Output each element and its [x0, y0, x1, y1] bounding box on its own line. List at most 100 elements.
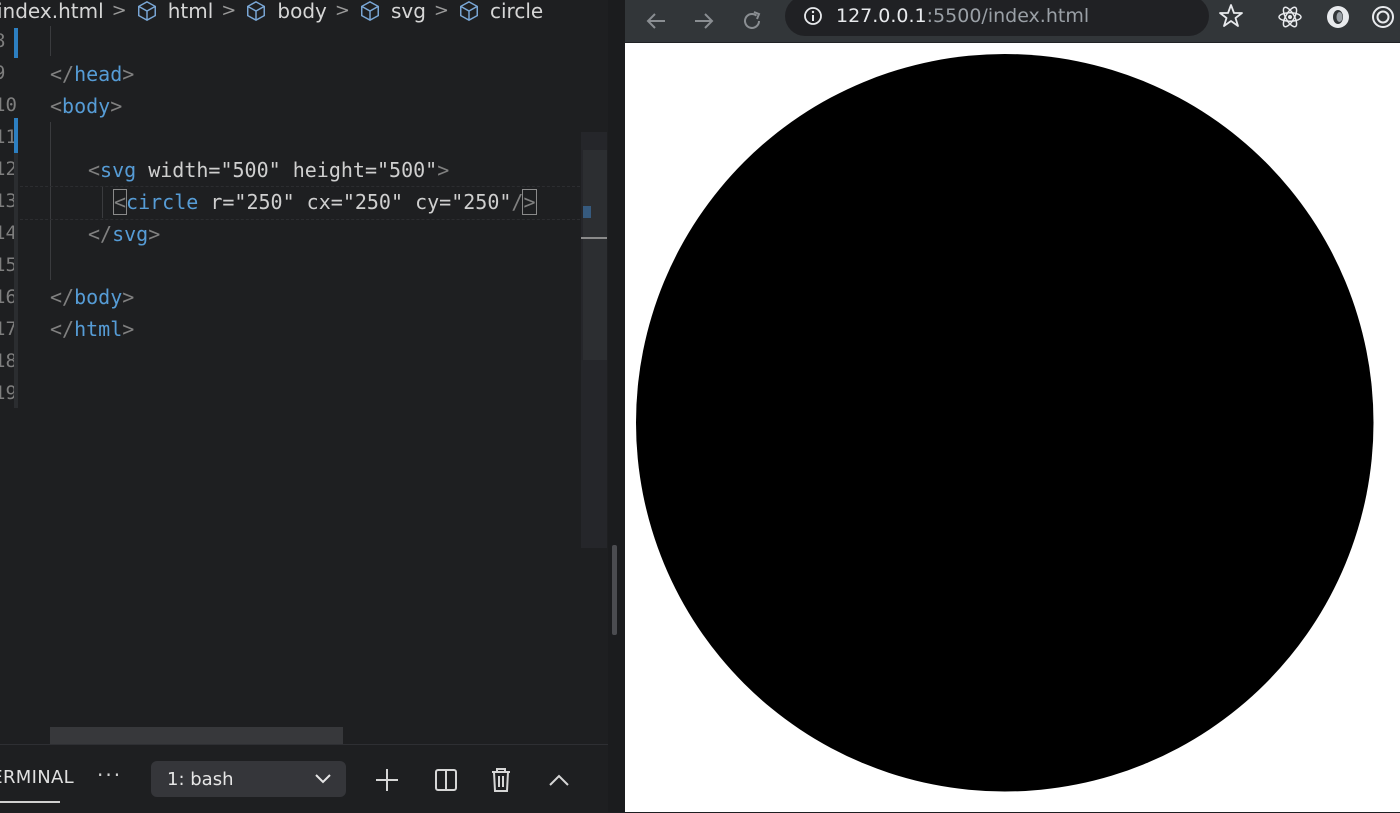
modified-line-marker	[14, 28, 18, 58]
minimap-modified-marker	[583, 206, 591, 218]
code-string: "250"	[342, 190, 404, 214]
code-attribute: height=	[280, 158, 378, 182]
cube-icon	[137, 0, 156, 22]
breadcrumb-label: index.html	[0, 0, 104, 23]
code-tag: circle	[126, 190, 199, 214]
browser-window: 127.0.0.1:5500/index.html	[625, 0, 1400, 812]
more-actions-icon[interactable]: ···	[97, 763, 122, 787]
code-punctuation: >	[122, 62, 135, 86]
new-terminal-button[interactable]	[372, 765, 402, 795]
breadcrumb: index.html > html > body > svg > circle	[0, 0, 608, 22]
code-line[interactable]: <svg width="500" height="500">	[88, 154, 449, 186]
code-line[interactable]: </html>	[50, 313, 134, 345]
tab-terminal[interactable]: TERMINAL	[0, 767, 74, 788]
breadcrumb-label: svg	[390, 0, 426, 23]
active-tab-indicator	[0, 801, 60, 803]
react-devtools-button[interactable]	[1276, 3, 1304, 31]
browser-toolbar: 127.0.0.1:5500/index.html	[625, 0, 1400, 43]
cube-icon	[247, 0, 266, 22]
breadcrumb-item-file[interactable]: index.html	[0, 0, 104, 22]
url-path: :5500/index.html	[926, 5, 1090, 27]
reload-icon	[744, 11, 761, 29]
code-punctuation: >	[110, 94, 123, 118]
rendered-circle	[636, 54, 1374, 792]
code-punctuation: </	[50, 62, 75, 86]
code-line[interactable]: </body>	[50, 281, 134, 313]
code-punctuation: </	[50, 317, 75, 341]
code-tag: head	[74, 62, 123, 86]
forward-arrow-icon	[695, 13, 714, 29]
code-punctuation: >	[148, 222, 161, 246]
breadcrumb-item-html[interactable]: html	[136, 0, 214, 23]
line-number: 9	[0, 62, 5, 84]
code-string: "250"	[234, 190, 295, 214]
code-string: "500"	[220, 158, 281, 182]
react-devtools-icon	[1278, 6, 1302, 28]
chevron-right-icon: >	[334, 0, 350, 21]
breadcrumb-item-svg[interactable]: svg	[359, 0, 426, 22]
extension-target-icon	[1372, 6, 1394, 28]
code-punctuation: </	[88, 222, 113, 246]
code-string: "250"	[451, 190, 512, 214]
bookmark-button[interactable]	[1218, 3, 1244, 33]
code-tag: html	[74, 317, 123, 341]
extension-ring-icon	[1327, 6, 1349, 28]
code-tag: svg	[112, 222, 149, 246]
code-line[interactable]: </head>	[50, 58, 134, 90]
modified-line-marker	[14, 118, 18, 153]
terminal-panel: TERMINAL ··· 1: bash	[0, 744, 608, 813]
code-attribute: r=	[198, 190, 235, 214]
page-viewport	[625, 43, 1400, 812]
indent-guide	[50, 26, 51, 56]
code-punctuation: >	[437, 158, 450, 182]
trash-icon	[492, 768, 510, 792]
breadcrumb-label: circle	[490, 0, 544, 23]
code-line-active[interactable]: <circle r="250" cx="250" cy="250"/>	[112, 186, 537, 218]
bracket-match-highlight: >	[522, 189, 537, 215]
chevron-up-icon	[549, 774, 569, 786]
line-number: 10	[0, 94, 17, 116]
code-punctuation: <	[88, 158, 101, 182]
breadcrumb-label: html	[167, 0, 214, 23]
back-button[interactable]	[639, 4, 673, 38]
star-icon	[1219, 4, 1243, 27]
bracket-match-highlight: <	[112, 189, 128, 215]
code-line[interactable]: <body>	[50, 90, 122, 122]
info-icon[interactable]	[803, 6, 823, 26]
vertical-scrollbar[interactable]	[612, 545, 617, 635]
split-icon	[435, 769, 457, 791]
horizontal-scrollbar[interactable]	[50, 727, 343, 745]
breadcrumb-item-body[interactable]: body	[245, 0, 327, 23]
address-bar[interactable]: 127.0.0.1:5500/index.html	[785, 0, 1209, 36]
code-attribute: width=	[136, 158, 221, 182]
line-number: 8	[0, 30, 5, 52]
kill-terminal-button[interactable]	[486, 765, 516, 795]
maximize-panel-button[interactable]	[544, 765, 574, 795]
extension-button-1[interactable]	[1324, 3, 1352, 31]
code-line[interactable]: </svg>	[88, 218, 160, 250]
cube-icon	[360, 0, 379, 22]
gutter-overview	[14, 118, 18, 408]
breadcrumb-item-circle[interactable]: circle	[458, 0, 543, 22]
rendered-svg	[636, 54, 1374, 792]
breadcrumb-label: body	[277, 0, 327, 23]
minimap-cursor-marker	[581, 237, 607, 239]
code-tag: body	[74, 285, 123, 309]
minimap-slider[interactable]	[583, 150, 607, 360]
chevron-right-icon: >	[221, 0, 237, 21]
code-editor[interactable]: index.html > html > body > svg > circle …	[0, 0, 608, 812]
reload-button[interactable]	[735, 4, 769, 38]
extension-button-2[interactable]	[1369, 3, 1397, 31]
code-punctuation: </	[50, 285, 75, 309]
cube-icon	[460, 0, 478, 22]
terminal-shell-select[interactable]: 1: bash	[151, 761, 346, 797]
plus-icon	[376, 769, 398, 791]
chevron-right-icon: >	[111, 0, 127, 21]
split-terminal-button[interactable]	[431, 765, 461, 795]
chevron-right-icon: >	[433, 0, 449, 21]
forward-button[interactable]	[687, 4, 721, 38]
chevron-down-icon	[315, 774, 331, 784]
code-string: "500"	[377, 158, 438, 182]
pane-divider[interactable]	[608, 0, 625, 812]
url-host: 127.0.0.1	[836, 5, 927, 27]
